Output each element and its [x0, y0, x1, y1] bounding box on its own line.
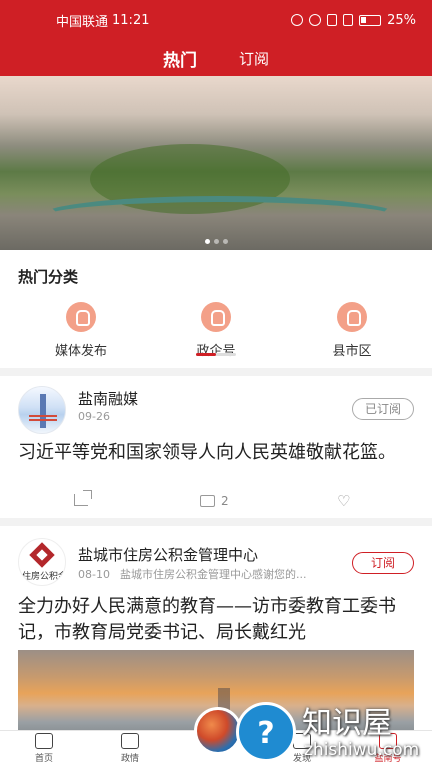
post-headline[interactable]: 习近平等党和国家领导人向人民英雄敬献花篮。 [18, 440, 416, 466]
carousel-dot [222, 239, 228, 244]
category-label: 政企号 [196, 344, 236, 359]
status-bar: 中国联通 11:21 25% [0, 0, 432, 40]
county-category-icon [337, 302, 367, 332]
alarm-icon [291, 14, 304, 26]
post-actions: 2 ♡ [0, 490, 432, 512]
post-date: 08-10 [78, 568, 110, 581]
comment-count: 2 [221, 494, 229, 508]
banner-river [40, 196, 400, 236]
housing-fund-logo-icon [29, 542, 55, 568]
vibrate-icon [327, 14, 338, 26]
top-tabs: 热门 订阅 [0, 40, 432, 76]
status-icons: 25% [291, 13, 416, 28]
gov-category-icon [201, 302, 231, 332]
tab-subscribe[interactable]: 订阅 [239, 48, 269, 69]
carousel-indicator [0, 239, 432, 244]
watermark-badge-icon: ? [236, 702, 296, 762]
nav-label: 首页 [34, 754, 53, 764]
app-header: 中国联通 11:21 25% 热门 订阅 [0, 0, 432, 76]
post-headline[interactable]: 全力办好人民满意的教育——访市委教育工委书记，市教育局党委书记、局长戴红光 [18, 594, 416, 646]
media-category-icon [66, 302, 96, 332]
subscribed-button[interactable]: 已订阅 [352, 398, 414, 420]
post-meta: 08-10 盐城市住房公积金管理中心感谢您的... [78, 566, 306, 582]
share-button[interactable] [74, 490, 92, 506]
like-button[interactable]: ♡ [337, 492, 351, 510]
battery-icon [359, 14, 382, 26]
carrier-name: 中国联通 [56, 14, 109, 30]
bluetooth-icon [309, 14, 322, 26]
category-scroll-indicator [196, 353, 236, 356]
signal-icon [343, 14, 354, 26]
category-county[interactable]: 县市区 [307, 302, 397, 359]
category-gov-enterprise[interactable]: 政企号 [171, 302, 261, 359]
section-title: 热门分类 [18, 268, 79, 286]
source-avatar[interactable] [18, 386, 66, 434]
watermark-title: 知识屋 [302, 706, 392, 741]
source-name[interactable]: 盐南融媒 [78, 388, 138, 409]
site-watermark: ? 知识屋 zhishiwu.com [236, 696, 432, 768]
clock: 11:21 [112, 12, 150, 28]
post-snippet: 盐城市住房公积金管理中心感谢您的... [119, 568, 307, 581]
center-logo-button[interactable] [194, 707, 242, 755]
politics-icon [121, 733, 139, 749]
banner-carousel[interactable] [0, 76, 432, 250]
nav-home[interactable]: 首页 [14, 733, 74, 764]
home-icon [35, 733, 53, 749]
share-icon [74, 490, 92, 506]
carousel-dot [204, 239, 210, 244]
comment-button[interactable]: 2 [200, 494, 229, 508]
nav-label: 政情 [120, 754, 139, 764]
feed-card[interactable]: 盐南融媒 09-26 已订阅 习近平等党和国家领导人向人民英雄敬献花篮。 2 ♡ [0, 376, 432, 518]
source-name[interactable]: 盐城市住房公积金管理中心 [78, 544, 258, 565]
watermark-url: zhishiwu.com [304, 740, 420, 760]
app-screen: 中国联通 11:21 25% 热门 订阅 热门分类 媒体发布 政企号 县市区 盐… [0, 0, 432, 768]
tab-hot[interactable]: 热门 [163, 46, 197, 71]
source-avatar[interactable]: 住房公积金 [18, 538, 66, 586]
hot-categories: 热门分类 媒体发布 政企号 县市区 [0, 250, 432, 368]
comment-icon [200, 495, 215, 507]
battery-level: 25% [387, 12, 416, 28]
post-date: 09-26 [78, 410, 110, 423]
nav-politics[interactable]: 政情 [100, 733, 160, 764]
category-media[interactable]: 媒体发布 [36, 302, 126, 359]
category-label: 媒体发布 [54, 344, 107, 359]
carousel-dot [213, 239, 219, 244]
subscribe-button[interactable]: 订阅 [352, 552, 414, 574]
heart-icon: ♡ [337, 492, 351, 510]
logo-text: 住房公积金 [22, 572, 66, 582]
category-label: 县市区 [332, 344, 372, 359]
